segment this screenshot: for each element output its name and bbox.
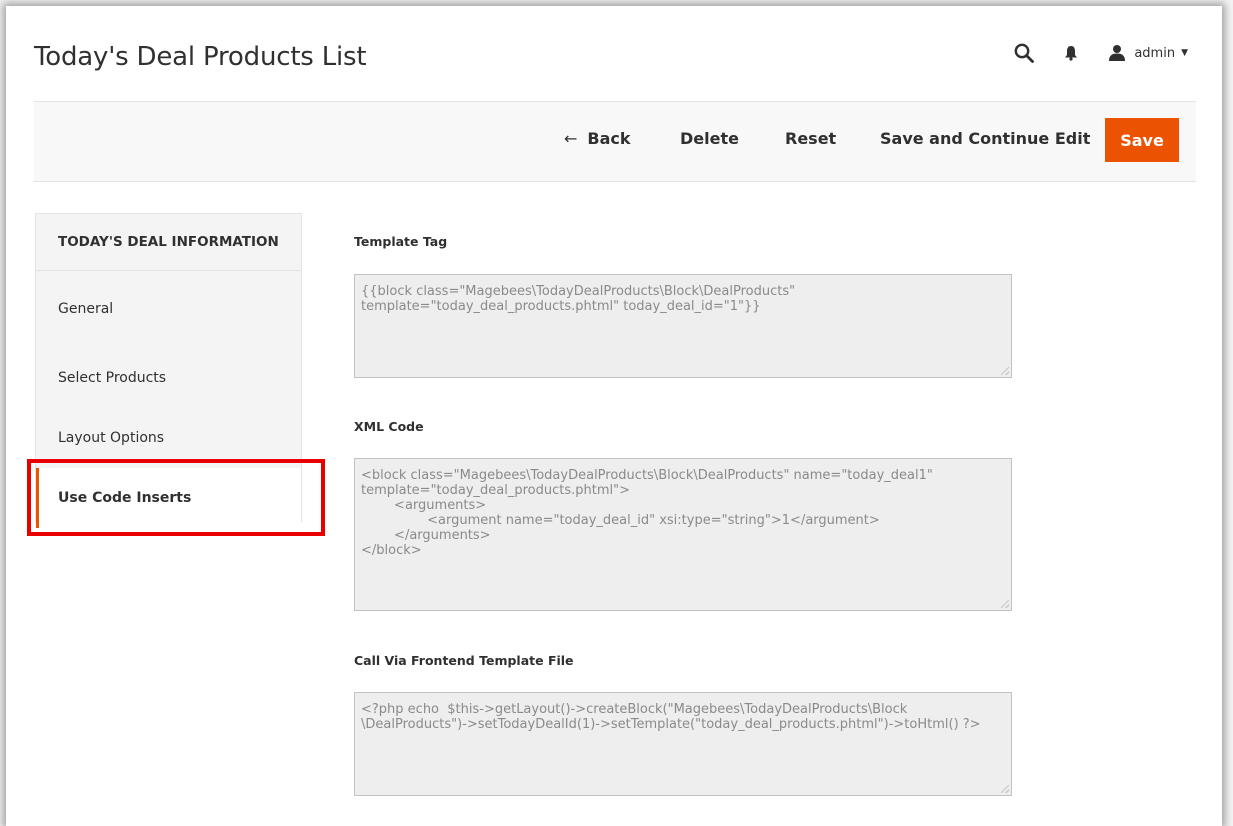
back-label: Back (587, 129, 631, 148)
frontend-template-label: Call Via Frontend Template File (354, 653, 574, 668)
code-line: <argument name="today_deal_id" xsi:type=… (361, 513, 880, 528)
sidebar-item-select-products[interactable]: Select Products (36, 348, 301, 408)
sidebar-title: TODAY'S DEAL INFORMATION (36, 214, 301, 271)
reset-button[interactable]: Reset (785, 128, 836, 150)
page-title: Today's Deal Products List (34, 42, 367, 72)
sidebar-tabs: TODAY'S DEAL INFORMATION General Select … (35, 213, 302, 528)
arrow-left-icon: ← (564, 129, 578, 148)
template-tag-field[interactable]: {{block class="Magebees\TodayDealProduct… (354, 274, 1012, 378)
xml-code-label: XML Code (354, 419, 424, 434)
caret-down-icon: ▼ (1181, 48, 1188, 58)
sidebar-item-general[interactable]: General (36, 271, 301, 348)
resize-handle[interactable] (1001, 600, 1009, 608)
code-line: {{block class="Magebees\TodayDealProduct… (361, 284, 796, 299)
search-icon[interactable] (1014, 43, 1035, 63)
user-menu[interactable]: admin ▼ (1108, 44, 1188, 62)
code-line: template="today_deal_products.phtml" tod… (361, 299, 761, 314)
bell-icon[interactable] (1064, 45, 1078, 61)
header-actions: admin ▼ (1014, 38, 1188, 68)
code-line: template="today_deal_products.phtml"> (361, 483, 630, 498)
frontend-template-field[interactable]: <?php echo $this->getLayout()->createBlo… (354, 692, 1012, 796)
code-line: \DealProducts")->setTodayDealId(1)->setT… (361, 717, 981, 732)
user-name: admin (1134, 45, 1176, 61)
template-tag-label: Template Tag (354, 234, 448, 249)
resize-handle[interactable] (1001, 367, 1009, 375)
save-button[interactable]: Save (1105, 118, 1179, 162)
page-actions-bar: ← Back Delete Reset Save and Continue Edi… (34, 101, 1196, 182)
code-line: </arguments> (361, 528, 491, 543)
user-icon (1108, 44, 1126, 62)
resize-handle[interactable] (1001, 785, 1009, 793)
admin-frame: Today's Deal Products List admin ▼ ← Bac… (6, 6, 1222, 826)
code-line: </block> (361, 543, 422, 558)
code-line: <block class="Magebees\TodayDealProducts… (361, 468, 933, 483)
code-line: <?php echo $this->getLayout()->createBlo… (361, 702, 908, 717)
delete-button[interactable]: Delete (680, 128, 739, 150)
back-button[interactable]: ← Back (564, 128, 631, 150)
sidebar-item-use-code-inserts[interactable]: Use Code Inserts (36, 468, 301, 528)
sidebar-item-layout-options[interactable]: Layout Options (36, 408, 301, 468)
xml-code-field[interactable]: <block class="Magebees\TodayDealProducts… (354, 458, 1012, 611)
code-line: <arguments> (361, 498, 487, 513)
save-and-continue-button[interactable]: Save and Continue Edit (880, 128, 1090, 150)
